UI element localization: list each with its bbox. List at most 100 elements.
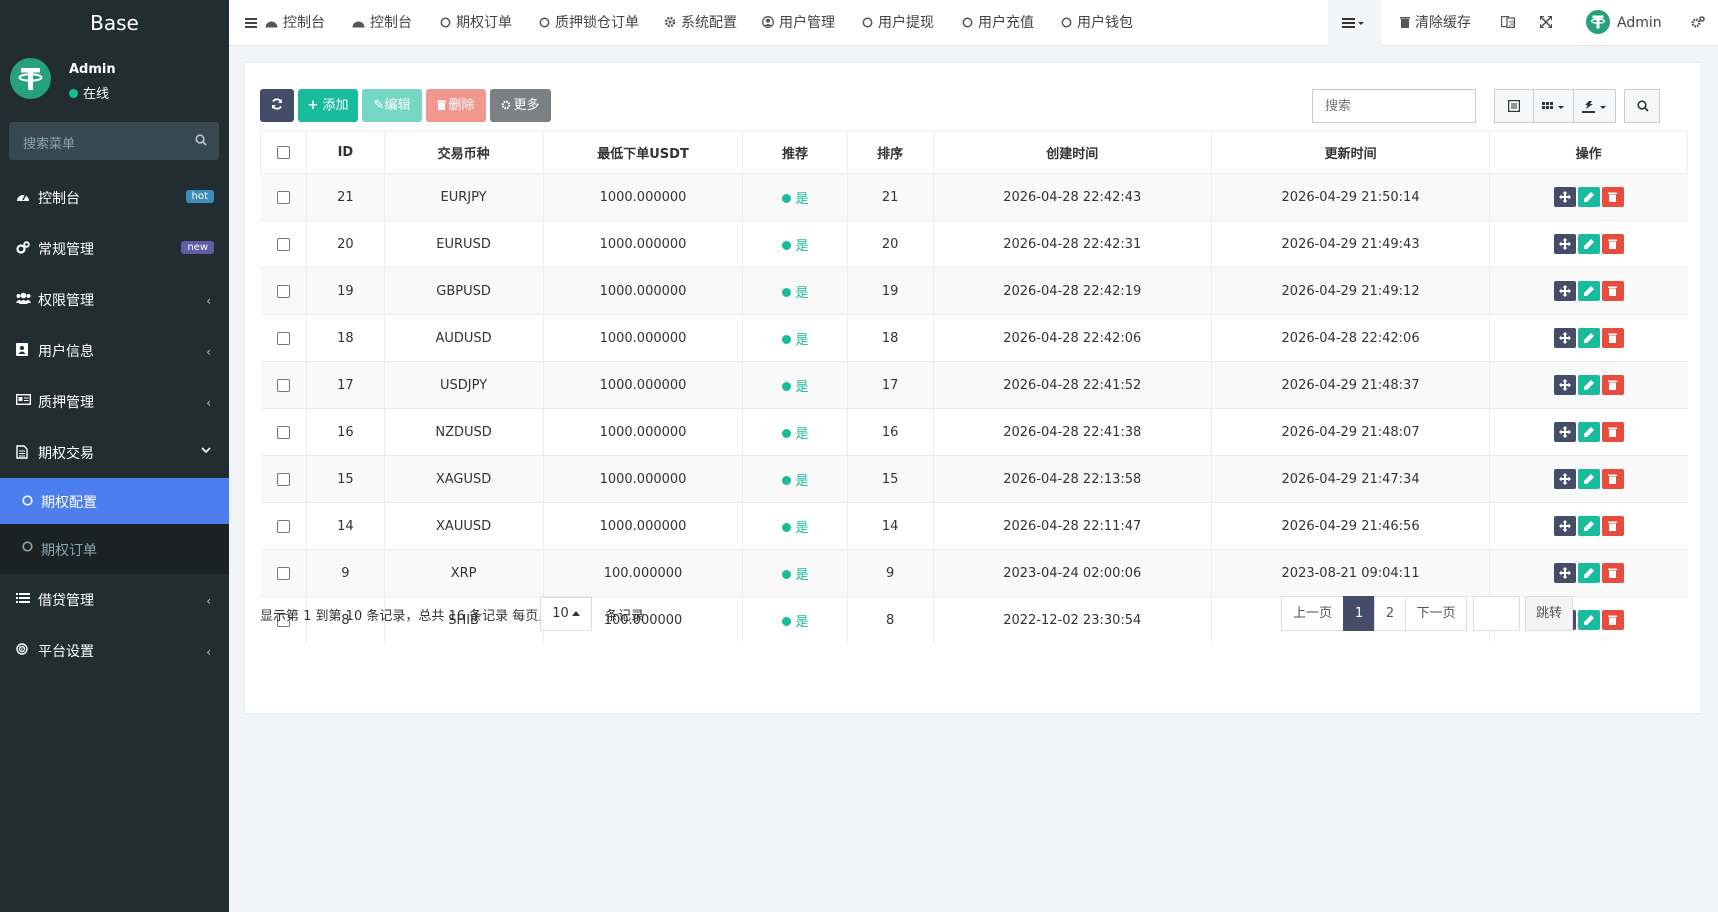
row-checkbox[interactable]	[276, 519, 290, 533]
recommend-badge[interactable]: 是	[781, 380, 809, 395]
cell-recommend[interactable]: 是	[742, 455, 848, 503]
column-header[interactable]: 排序	[846, 131, 934, 174]
jump-button[interactable]: 跳转	[1525, 596, 1573, 631]
column-header[interactable]: 交易币种	[383, 131, 544, 174]
delete-button[interactable]: 删除	[426, 89, 486, 122]
row-delete-button[interactable]	[1601, 234, 1624, 254]
sidebar-item-general[interactable]: 常规管理 new	[0, 223, 229, 274]
top-tab-options-orders[interactable]: 期权订单	[440, 0, 512, 46]
row-delete-button[interactable]	[1601, 187, 1624, 207]
top-tab-user-withdraw[interactable]: 用户提现	[862, 0, 934, 46]
row-edit-button[interactable]	[1577, 375, 1600, 395]
table-row[interactable]: 15 XAGUSD 1000.000000 是 15 2026-04-28 22:13:5…	[260, 455, 1688, 503]
edit-button[interactable]: ✎编辑	[362, 89, 422, 122]
column-header[interactable]: 更新时间	[1210, 131, 1491, 174]
search-toggle-button[interactable]	[1624, 89, 1660, 123]
refresh-button[interactable]	[260, 89, 294, 122]
column-header[interactable]: 最低下单USDT	[542, 131, 744, 174]
table-row[interactable]: 19 GBPUSD 1000.000000 是 19 2026-04-28 22:42:1…	[260, 267, 1688, 315]
prev-page-button[interactable]: 上一页	[1281, 596, 1344, 631]
recommend-badge[interactable]: 是	[781, 239, 809, 254]
row-checkbox[interactable]	[276, 472, 290, 486]
top-tab-system-config[interactable]: 系统配置	[664, 0, 737, 46]
table-row[interactable]: 16 NZDUSD 1000.000000 是 16 2026-04-28 22:41:3…	[260, 408, 1688, 456]
table-row[interactable]: 18 AUDUSD 1000.000000 是 18 2026-04-28 22:42:0…	[260, 314, 1688, 362]
drag-move-button[interactable]	[1553, 516, 1576, 536]
sidebar-item-loans[interactable]: 借贷管理 ‹	[0, 574, 229, 625]
row-checkbox[interactable]	[276, 284, 290, 298]
top-tab-user-recharge[interactable]: 用户充值	[962, 0, 1034, 46]
toggle-view-button[interactable]	[1494, 89, 1534, 123]
column-header[interactable]: 创建时间	[932, 131, 1212, 174]
column-header[interactable]: 推荐	[742, 131, 848, 174]
row-delete-button[interactable]	[1601, 422, 1624, 442]
cell-recommend[interactable]: 是	[742, 549, 848, 597]
row-delete-button[interactable]	[1601, 516, 1624, 536]
recommend-badge[interactable]: 是	[781, 192, 809, 207]
sidebar-toggle-icon[interactable]	[245, 0, 257, 46]
clear-cache-button[interactable]: 清除缓存	[1400, 0, 1471, 46]
row-edit-button[interactable]	[1577, 422, 1600, 442]
table-row[interactable]: 20 EURUSD 1000.000000 是 20 2026-04-28 22:42:3…	[260, 220, 1688, 268]
jump-page-input[interactable]	[1473, 596, 1520, 631]
sidebar-item-permissions[interactable]: 权限管理 ‹	[0, 274, 229, 325]
recommend-badge[interactable]: 是	[781, 568, 809, 583]
row-edit-button[interactable]	[1577, 469, 1600, 489]
drag-move-button[interactable]	[1553, 375, 1576, 395]
page-2-button[interactable]: 2	[1374, 596, 1406, 631]
drag-move-button[interactable]	[1553, 234, 1576, 254]
table-row[interactable]: 14 XAUUSD 1000.000000 是 14 2026-04-28 22:11:4…	[260, 502, 1688, 550]
drag-move-button[interactable]	[1553, 281, 1576, 301]
drag-move-button[interactable]	[1553, 187, 1576, 207]
next-page-button[interactable]: 下一页	[1405, 596, 1467, 631]
sidebar-item-user-info[interactable]: 用户信息 ‹	[0, 325, 229, 376]
drag-move-button[interactable]	[1553, 422, 1576, 442]
row-delete-button[interactable]	[1601, 563, 1624, 583]
row-checkbox[interactable]	[276, 425, 290, 439]
table-row[interactable]: 21 EURJPY 1000.000000 是 21 2026-04-28 22:42:4…	[260, 173, 1688, 221]
table-search-box[interactable]	[1312, 89, 1476, 123]
row-delete-button[interactable]	[1601, 469, 1624, 489]
sidebar-item-platform-settings[interactable]: 平台设置 ‹	[0, 625, 229, 676]
row-checkbox[interactable]	[276, 237, 290, 251]
row-delete-button[interactable]	[1601, 328, 1624, 348]
sidebar-item-dashboard[interactable]: 控制台 hot	[0, 172, 229, 223]
cell-recommend[interactable]: 是	[742, 267, 848, 315]
table-row[interactable]: 17 USDJPY 1000.000000 是 17 2026-04-28 22:41:5…	[260, 361, 1688, 409]
top-tab-pledge-orders[interactable]: 质押锁仓订单	[539, 0, 639, 46]
search-icon[interactable]	[195, 134, 207, 150]
drag-move-button[interactable]	[1553, 469, 1576, 489]
cell-recommend[interactable]: 是	[742, 173, 848, 221]
more-button[interactable]: 更多	[490, 89, 551, 122]
recommend-badge[interactable]: 是	[781, 427, 809, 442]
row-edit-button[interactable]	[1577, 563, 1600, 583]
top-tab-dashboard-1[interactable]: 控制台	[265, 0, 325, 46]
recommend-badge[interactable]: 是	[781, 615, 809, 630]
row-delete-button[interactable]	[1601, 281, 1624, 301]
sidebar-subitem-options-config[interactable]: 期权配置	[0, 478, 229, 524]
row-checkbox[interactable]	[276, 190, 290, 204]
select-all-checkbox[interactable]	[277, 146, 291, 159]
export-dropdown-button[interactable]	[1574, 89, 1616, 123]
drag-move-button[interactable]	[1553, 328, 1576, 348]
row-checkbox[interactable]	[276, 331, 290, 345]
cell-recommend[interactable]: 是	[742, 314, 848, 362]
top-tab-dashboard-2[interactable]: 控制台	[352, 0, 412, 46]
brand-logo-text[interactable]: Base	[0, 0, 229, 46]
row-edit-button[interactable]	[1577, 187, 1600, 207]
admin-user-menu[interactable]: Admin	[1586, 0, 1662, 46]
recommend-badge[interactable]: 是	[781, 474, 809, 489]
page-1-button[interactable]: 1	[1343, 596, 1375, 631]
cell-recommend[interactable]: 是	[742, 502, 848, 550]
cell-recommend[interactable]: 是	[742, 408, 848, 456]
add-button[interactable]: + 添加	[298, 89, 358, 122]
drag-move-button[interactable]	[1553, 563, 1576, 583]
gears-icon[interactable]	[1691, 0, 1705, 46]
fullscreen-icon[interactable]	[1539, 0, 1553, 46]
cell-recommend[interactable]: 是	[742, 361, 848, 409]
row-delete-button[interactable]	[1601, 610, 1624, 631]
sidebar-item-options-trading[interactable]: 期权交易	[0, 427, 229, 478]
recommend-badge[interactable]: 是	[781, 286, 809, 301]
top-tab-user-wallet[interactable]: 用户钱包	[1061, 0, 1133, 46]
cell-recommend[interactable]: 是	[742, 596, 848, 644]
